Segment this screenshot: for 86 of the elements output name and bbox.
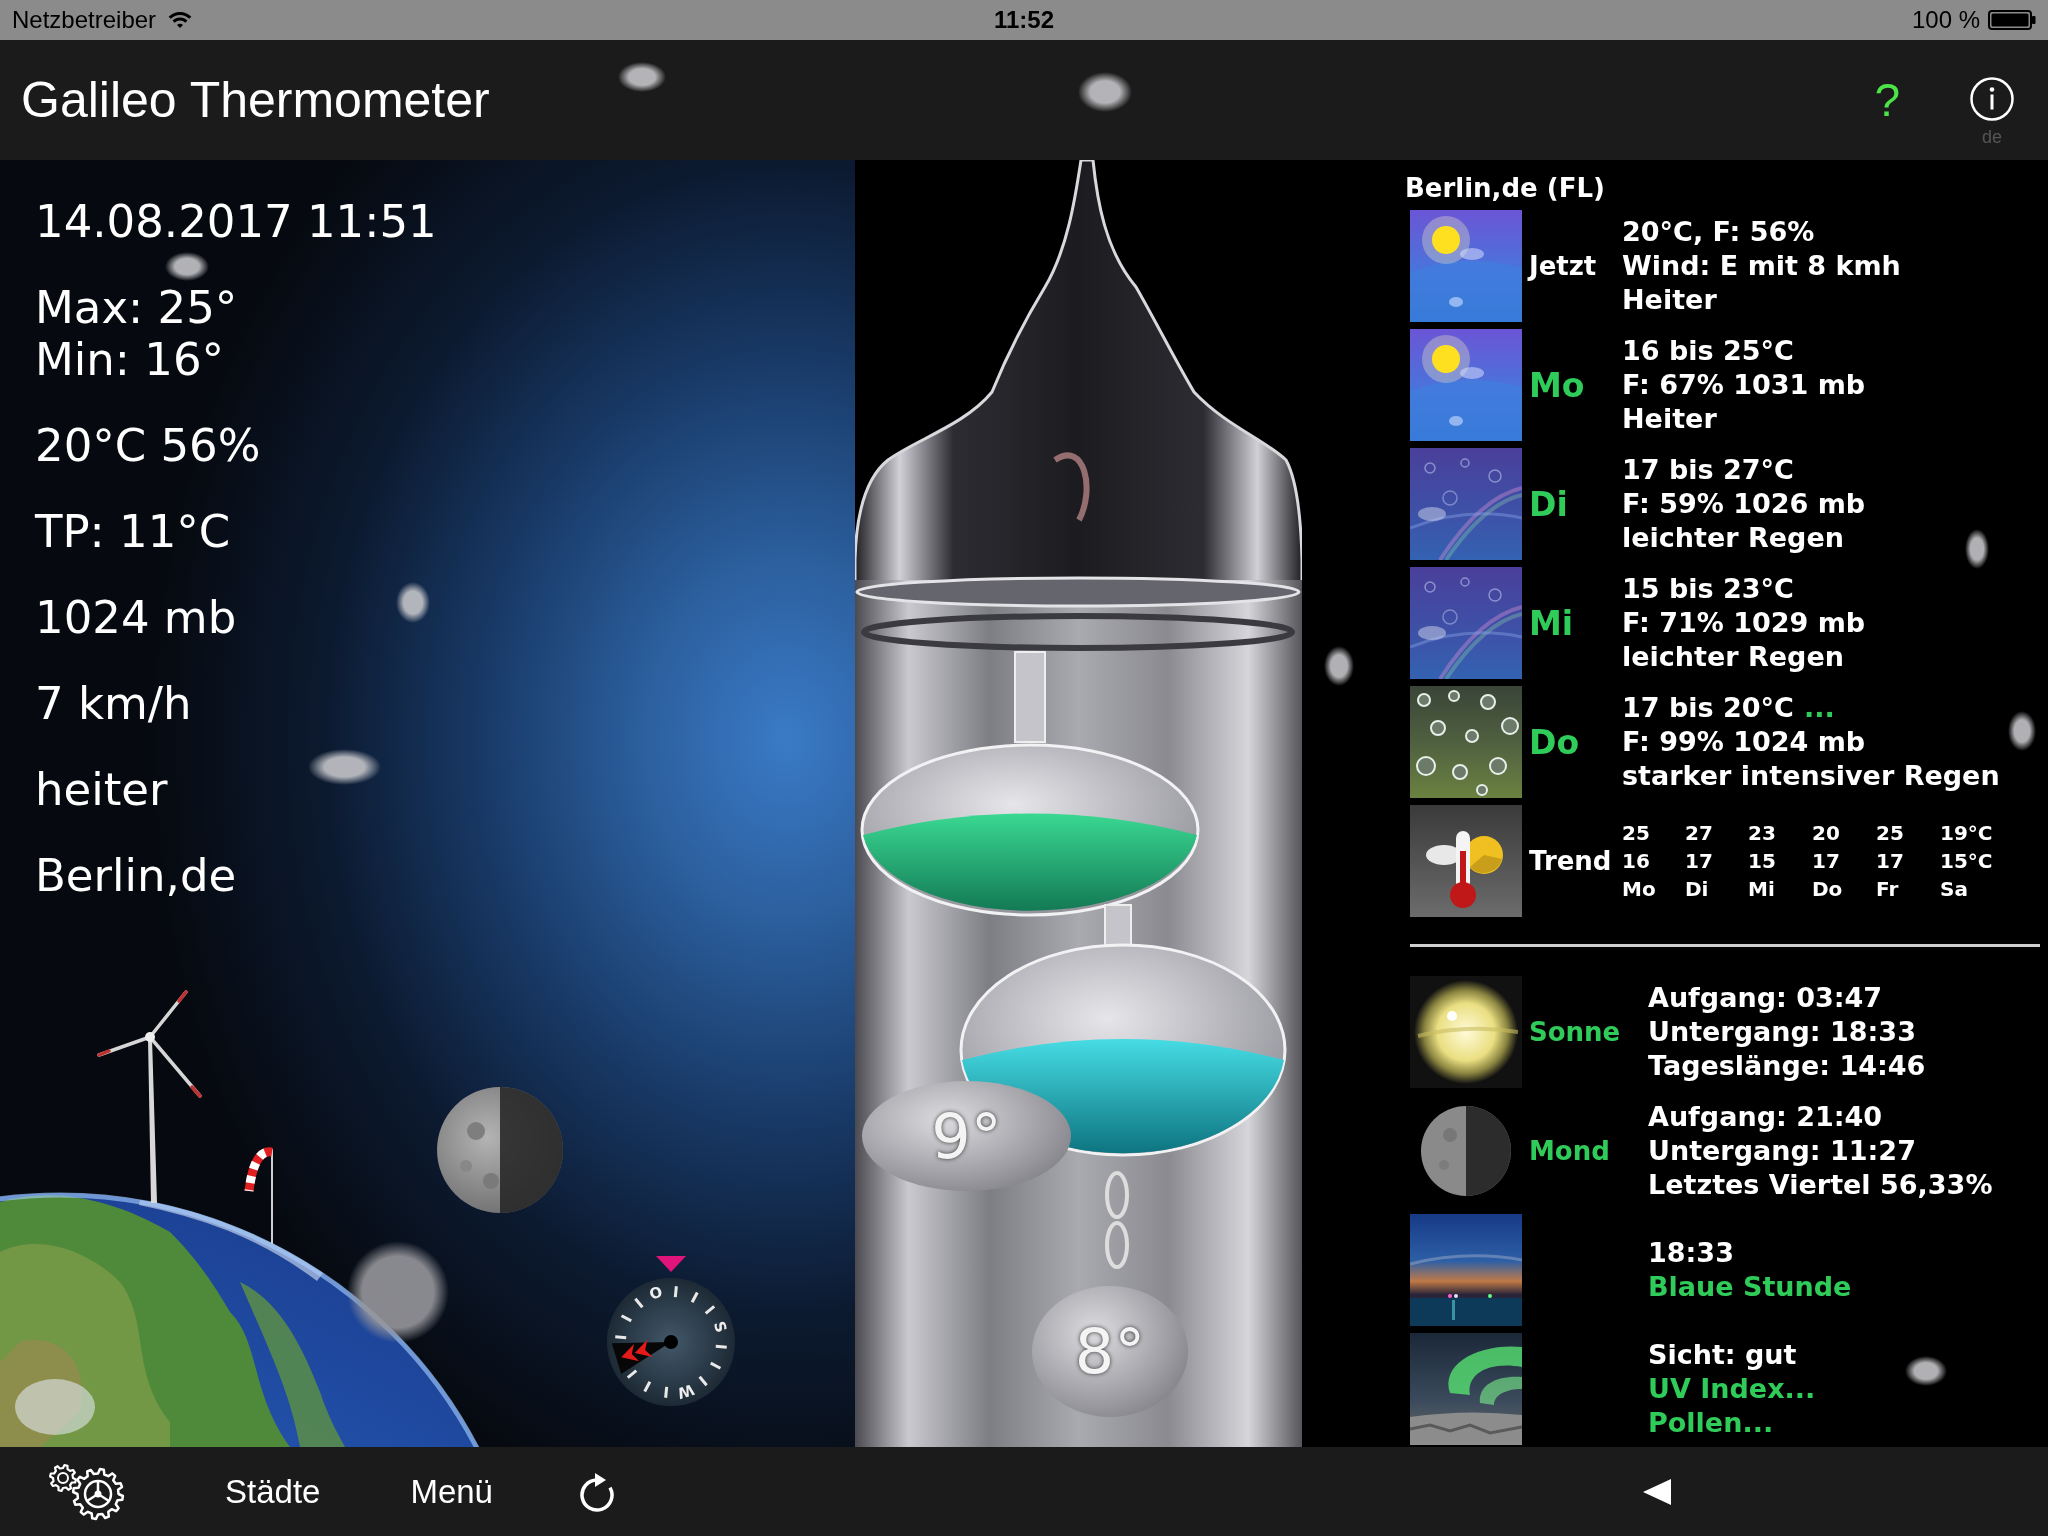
cities-button[interactable]: Städte xyxy=(225,1472,321,1511)
trend-high: 19°C xyxy=(1940,820,1993,847)
astro-text: Aufgang: 21:40 xyxy=(1648,1100,1884,1134)
reading-text: Max: 25° xyxy=(35,282,238,334)
reading-text: 14.08.2017 11:51 xyxy=(35,196,437,248)
info-icon[interactable] xyxy=(1970,77,2014,121)
clock-time: 11:52 xyxy=(993,6,1055,34)
more-link[interactable]: ... xyxy=(1803,692,1835,723)
reading-text: 7 km/h xyxy=(35,678,192,730)
astro-link[interactable]: Blaue Stunde xyxy=(1648,1270,1852,1304)
trend-day: Do xyxy=(1812,875,1876,903)
trend-low: 17 xyxy=(1685,848,1714,875)
trend-high: 20 xyxy=(1812,820,1841,847)
trend-high: 25 xyxy=(1622,820,1651,847)
trend-day: Fr xyxy=(1876,875,1940,903)
forecast-line: Heiter xyxy=(1622,284,1717,315)
trend-high: 27 xyxy=(1685,820,1714,847)
menu-button[interactable]: Menü xyxy=(410,1472,493,1511)
back-icon[interactable] xyxy=(1643,1478,1671,1505)
refresh-icon[interactable] xyxy=(577,1470,617,1513)
compass-letter: O xyxy=(646,1282,666,1304)
reading-text: heiter xyxy=(35,764,168,816)
now-label: Jetzt xyxy=(1529,251,1597,281)
forecast-line: F: 99% 1024 mb xyxy=(1622,726,1866,757)
trend-label: Trend xyxy=(1529,846,1612,876)
pointer-icon xyxy=(656,1256,686,1272)
forecast-line: Wind: E mit 8 kmh xyxy=(1622,250,1901,281)
astro-text: Untergang: 18:33 xyxy=(1648,1015,1917,1049)
trend-day: Sa xyxy=(1940,875,1993,903)
wifi-icon xyxy=(168,11,193,29)
trend-low: 16 xyxy=(1622,848,1651,875)
astro-text: Letztes Viertel 56,33% xyxy=(1648,1168,1993,1202)
snow-blob-icon xyxy=(396,582,430,623)
trend-low: 17 xyxy=(1876,848,1905,875)
day-label: Di xyxy=(1529,484,1568,524)
carrier-name: Netzbetreiber xyxy=(12,6,157,34)
forecast-line: F: 71% 1029 mb xyxy=(1622,607,1866,638)
snow-blob-icon xyxy=(1324,646,1354,686)
astro-text: Untergang: 11:27 xyxy=(1648,1134,1917,1168)
astro-link[interactable]: Pollen... xyxy=(1648,1406,1816,1440)
forecast-line: leichter Regen xyxy=(1622,522,1844,553)
reading-text: TP: 11°C xyxy=(35,506,231,558)
snow-blob-icon xyxy=(2008,711,2036,751)
trend-low: 15°C xyxy=(1940,848,1993,875)
forecast-line: leichter Regen xyxy=(1622,641,1844,672)
trend-high: 25 xyxy=(1876,820,1905,847)
language-label: de xyxy=(1982,127,2002,147)
astro-label: Mond xyxy=(1529,1136,1610,1166)
astro-link[interactable]: UV Index... xyxy=(1648,1372,1816,1406)
reading-text: Berlin,de xyxy=(35,850,237,902)
snow-blob-icon xyxy=(1965,529,1989,569)
battery-percent: 100 % xyxy=(1911,6,1980,34)
forecast-line: 16 bis 25°C xyxy=(1622,335,1794,366)
trend-day: Mi xyxy=(1748,875,1812,903)
trend-day: Mo xyxy=(1622,875,1685,903)
forecast-line: F: 59% 1026 mb xyxy=(1622,488,1866,519)
compass-letter: S xyxy=(709,1318,731,1337)
astro-text: Sicht: gut xyxy=(1648,1338,1798,1372)
help-button[interactable]: ? xyxy=(1870,73,1904,127)
forecast-line: 20°C, F: 56% xyxy=(1622,216,1815,247)
trend-day: Di xyxy=(1685,875,1748,903)
day-label: Mi xyxy=(1529,603,1574,643)
reading-text: Min: 16° xyxy=(35,334,225,386)
astro-text: Tageslänge: 14:46 xyxy=(1648,1049,1926,1083)
trend-low: 15 xyxy=(1748,848,1777,875)
trend-low: 17 xyxy=(1812,848,1841,875)
app-title: Galileo Thermometer xyxy=(21,71,490,129)
trend-high: 23 xyxy=(1748,820,1777,847)
forecast-line: 17 bis 20°C xyxy=(1622,692,1794,723)
compass-letter: W xyxy=(675,1380,697,1402)
astro-label: Sonne xyxy=(1529,1017,1621,1047)
day-label: Do xyxy=(1529,722,1580,762)
forecast-line: 15 bis 23°C xyxy=(1622,573,1794,604)
reading-text: 1024 mb xyxy=(35,592,237,644)
forecast-line: starker intensiver Regen xyxy=(1622,760,2000,791)
day-label: Mo xyxy=(1529,365,1585,405)
astro-text: 18:33 xyxy=(1648,1236,1735,1270)
forecast-line: 17 bis 27°C xyxy=(1622,454,1794,485)
location-heading: Berlin,de (FL) xyxy=(1405,172,1606,205)
astro-text: Aufgang: 03:47 xyxy=(1648,981,1884,1015)
snow-blob-icon xyxy=(1905,1356,1947,1386)
snow-blob-icon xyxy=(165,252,209,281)
forecast-line: Heiter xyxy=(1622,403,1717,434)
forecast-line: F: 67% 1031 mb xyxy=(1622,369,1866,400)
battery-icon xyxy=(1988,10,2036,30)
reading-text: 20°C 56% xyxy=(35,420,261,472)
